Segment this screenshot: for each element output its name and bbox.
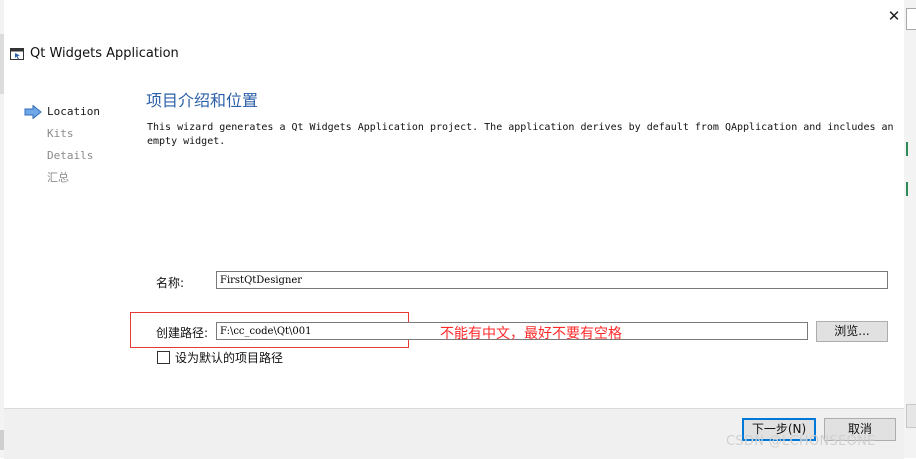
watermark: CSDN @LCHONSEONE bbox=[726, 434, 876, 449]
page-title: 项目介绍和位置 bbox=[146, 91, 259, 110]
checkbox-icon[interactable] bbox=[157, 351, 170, 364]
name-label: 名称: bbox=[156, 276, 185, 290]
name-input[interactable]: FirstQtDesigner bbox=[216, 271, 888, 289]
step-summary: 汇总 bbox=[20, 170, 100, 192]
wizard-dialog: ✕ Qt Widgets Application Location Kits D… bbox=[4, 0, 905, 459]
background-window-mark bbox=[906, 142, 916, 156]
background-window-edge bbox=[904, 0, 916, 458]
app-window-icon bbox=[10, 48, 24, 60]
browse-button[interactable]: 浏览... bbox=[816, 321, 888, 342]
close-icon[interactable]: ✕ bbox=[884, 6, 904, 26]
page-description: This wizard generates a Qt Widgets Appli… bbox=[147, 122, 894, 147]
arrow-right-icon bbox=[24, 105, 42, 119]
window-title: Qt Widgets Application bbox=[30, 46, 179, 61]
background-window-mark bbox=[906, 404, 916, 428]
background-window-mark bbox=[906, 8, 916, 30]
path-label: 创建路径: bbox=[156, 326, 209, 340]
wizard-steps: Location Kits Details 汇总 bbox=[20, 104, 100, 192]
step-label: Location bbox=[47, 105, 100, 118]
step-details: Details bbox=[20, 148, 100, 170]
step-location: Location bbox=[20, 104, 100, 126]
step-label: Kits bbox=[47, 127, 74, 140]
step-label: 汇总 bbox=[47, 171, 69, 184]
annotation-text: 不能有中文，最好不要有空格 bbox=[440, 326, 622, 342]
step-kits: Kits bbox=[20, 126, 100, 148]
default-path-label[interactable]: 设为默认的项目路径 bbox=[175, 349, 283, 366]
step-label: Details bbox=[47, 149, 94, 162]
background-window-mark bbox=[906, 182, 916, 196]
